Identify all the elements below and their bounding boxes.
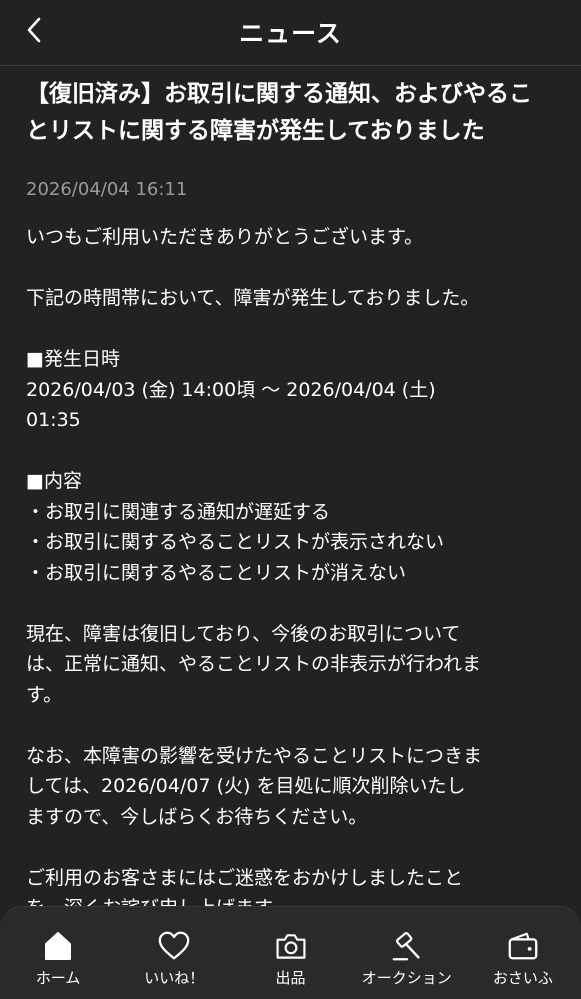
- tab-label: いいね！: [144, 969, 205, 987]
- body-line: なお、本障害の影響を受けたやることリストにつきま: [26, 744, 483, 767]
- paragraph-current-status: 現在、障害は復旧しており、今後のお取引について は、正常に通知、やることリストの…: [26, 619, 561, 711]
- home-icon: [41, 929, 75, 963]
- header: ニュース: [0, 0, 581, 66]
- body-line: ますので、今しばらくお待ちください。: [26, 805, 368, 828]
- body-line: 2026/04/03 (金) 14:00頃 〜 2026/04/04 (土): [26, 378, 436, 401]
- paragraph-greeting: いつもご利用いただきありがとうございます。: [26, 222, 561, 253]
- body-line: ご利用のお客さまにはご迷惑をおかけしましたこと: [26, 866, 464, 889]
- article-title: 【復旧済み】お取引に関する通知、およびやるこ とリストに関する障害が発生しており…: [26, 76, 561, 150]
- article-title-line: とリストに関する障害が発生しておりました: [26, 118, 485, 144]
- tab-likes[interactable]: いいね！: [116, 907, 232, 999]
- body-line: 下記の時間帯において、障害が発生しておりました。: [26, 287, 480, 309]
- tab-auction[interactable]: オークション: [349, 907, 465, 999]
- body-line: 01:35: [26, 409, 81, 431]
- paragraph-deletion: なお、本障害の影響を受けたやることリストにつきま しては、2026/04/07 …: [26, 741, 561, 833]
- tab-label: おさいふ: [492, 969, 553, 987]
- article: 【復旧済み】お取引に関する通知、およびやるこ とリストに関する障害が発生しており…: [26, 70, 561, 954]
- news-screen: ニュース 【復旧済み】お取引に関する通知、およびやるこ とリストに関する障害が発…: [0, 0, 581, 999]
- body-line: しては、2026/04/07 (火) を目処に順次削除いたし: [26, 775, 466, 797]
- paragraph-occurrence-time: ■発生日時 2026/04/03 (金) 14:00頃 〜 2026/04/04…: [26, 344, 561, 436]
- paragraph-details: ■内容 ・お取引に関連する通知が遅延する ・お取引に関するやることリストが表示さ…: [26, 466, 561, 588]
- body-line: は、正常に通知、やることリストの非表示が行われま: [26, 653, 482, 675]
- tab-label: ホーム: [35, 969, 81, 987]
- heart-icon: [157, 929, 191, 963]
- tab-label: 出品: [275, 969, 306, 987]
- body-line: ・お取引に関連する通知が遅延する: [26, 500, 331, 523]
- body-line: いつもご利用いただきありがとうございます。: [26, 226, 424, 248]
- tab-home[interactable]: ホーム: [0, 907, 116, 999]
- article-date: 2026/04/04 16:11: [26, 179, 188, 200]
- bottom-tab-bar: ホーム いいね！ 出品 オークション おさいふ: [0, 906, 581, 999]
- gavel-icon: [390, 929, 424, 963]
- body-line: ■発生日時: [26, 348, 120, 370]
- article-title-line: 【復旧済み】お取引に関する通知、およびやるこ: [26, 81, 532, 107]
- tab-label: オークション: [361, 969, 452, 987]
- article-body: いつもご利用いただきありがとうございます。 下記の時間帯において、障害が発生して…: [26, 222, 561, 924]
- body-line: ・お取引に関するやることリストが表示されない: [26, 531, 445, 553]
- paragraph-notice: 下記の時間帯において、障害が発生しておりました。: [26, 283, 561, 314]
- body-line: す。: [26, 683, 63, 706]
- tab-sell[interactable]: 出品: [232, 907, 348, 999]
- body-line: 現在、障害は復旧しており、今後のお取引について: [26, 622, 461, 645]
- tab-wallet[interactable]: おさいふ: [465, 907, 581, 999]
- page-title: ニュース: [239, 19, 342, 48]
- camera-icon: [274, 929, 308, 963]
- wallet-icon: [506, 929, 540, 963]
- body-line: ・お取引に関するやることリストが消えない: [26, 561, 407, 584]
- body-line: ■内容: [26, 470, 82, 492]
